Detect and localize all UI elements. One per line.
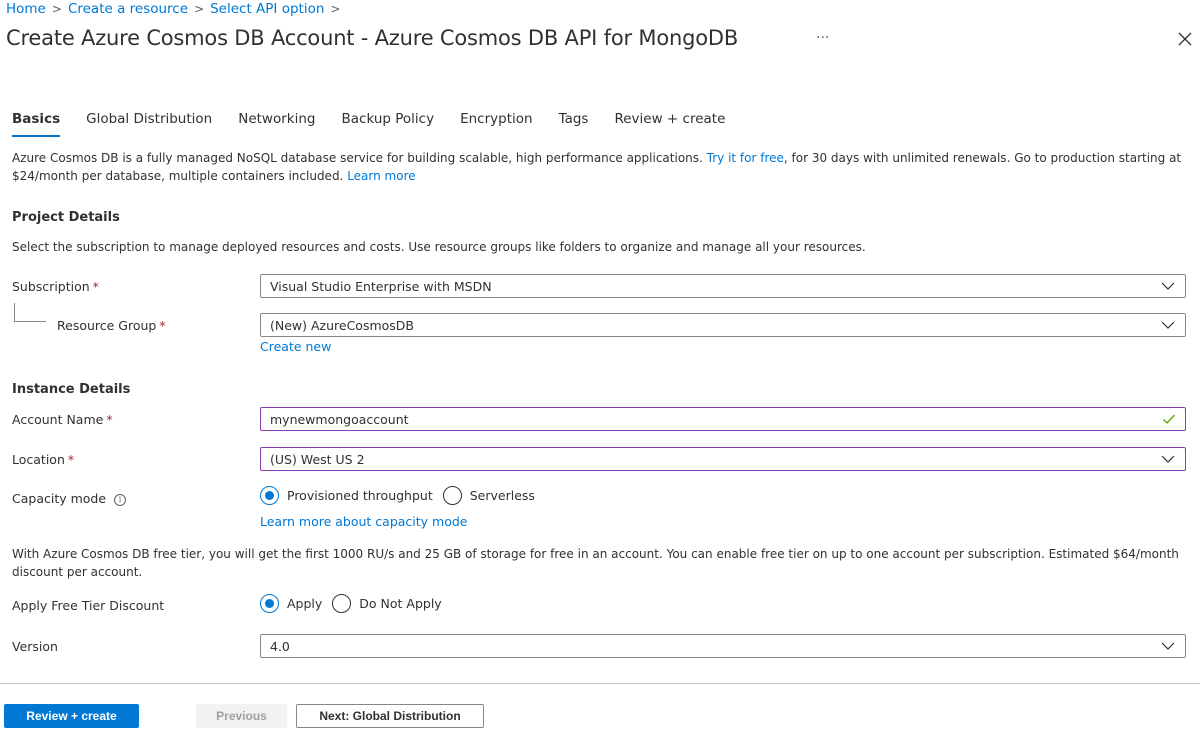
project-details-description: Select the subscription to manage deploy… bbox=[12, 240, 866, 254]
location-dropdown[interactable]: (US) West US 2 bbox=[260, 447, 1186, 471]
required-mark: * bbox=[67, 452, 75, 467]
subscription-label: Subscription * bbox=[12, 279, 99, 294]
tab-bar: Basics Global Distribution Networking Ba… bbox=[12, 111, 751, 137]
chevron-down-icon bbox=[1161, 282, 1175, 290]
radio-do-not-apply[interactable]: Do Not Apply bbox=[332, 594, 442, 613]
location-label: Location * bbox=[12, 452, 74, 467]
radio-unchecked-icon bbox=[442, 486, 462, 505]
radio-label: Provisioned throughput bbox=[287, 488, 433, 503]
resource-group-label: Resource Group * bbox=[57, 318, 166, 333]
radio-unchecked-icon bbox=[332, 594, 352, 613]
checkmark-icon bbox=[1163, 414, 1175, 424]
account-name-input[interactable]: mynewmongoaccount bbox=[260, 407, 1186, 431]
project-details-heading: Project Details bbox=[12, 210, 120, 225]
breadcrumb: Home > Create a resource > Select API op… bbox=[6, 0, 346, 18]
close-icon[interactable] bbox=[1178, 30, 1192, 50]
next-global-distribution-button[interactable]: Next: Global Distribution bbox=[296, 704, 484, 728]
breadcrumb-separator: > bbox=[194, 2, 205, 16]
subscription-label-text: Subscription bbox=[12, 279, 90, 294]
resource-group-label-text: Resource Group bbox=[57, 318, 157, 333]
required-mark: * bbox=[92, 279, 99, 294]
version-value: 4.0 bbox=[270, 638, 290, 654]
location-value: (US) West US 2 bbox=[270, 451, 365, 467]
breadcrumb-separator: > bbox=[330, 2, 341, 16]
info-icon[interactable]: i bbox=[114, 493, 127, 506]
create-new-resource-group-link[interactable]: Create new bbox=[260, 339, 331, 354]
radio-serverless[interactable]: Serverless bbox=[442, 486, 535, 505]
chevron-down-icon bbox=[1161, 321, 1175, 329]
resource-group-dropdown[interactable]: (New) AzureCosmosDB bbox=[260, 313, 1186, 337]
learn-more-link[interactable]: Learn more bbox=[347, 169, 415, 183]
learn-more-capacity-mode-link[interactable]: Learn more about capacity mode bbox=[260, 514, 468, 529]
free-tier-label: Apply Free Tier Discount bbox=[12, 598, 165, 613]
instance-details-heading: Instance Details bbox=[12, 382, 131, 397]
required-mark: * bbox=[159, 318, 166, 333]
tab-global-distribution[interactable]: Global Distribution bbox=[86, 111, 212, 137]
free-tier-description: With Azure Cosmos DB free tier, you will… bbox=[12, 547, 1179, 579]
subscription-dropdown[interactable]: Visual Studio Enterprise with MSDN bbox=[260, 274, 1186, 298]
tab-basics[interactable]: Basics bbox=[12, 111, 61, 137]
previous-button: Previous bbox=[196, 704, 287, 728]
breadcrumb-create-resource[interactable]: Create a resource bbox=[68, 1, 188, 17]
tab-review-create[interactable]: Review + create bbox=[614, 111, 725, 137]
radio-label: Serverless bbox=[469, 488, 535, 503]
resource-group-value: (New) AzureCosmosDB bbox=[270, 317, 415, 333]
version-label: Version bbox=[12, 639, 58, 654]
try-free-link[interactable]: Try it for free bbox=[707, 151, 784, 165]
review-create-button[interactable]: Review + create bbox=[4, 704, 139, 728]
tree-connector bbox=[14, 303, 46, 322]
radio-label: Apply bbox=[287, 596, 323, 611]
tab-encryption[interactable]: Encryption bbox=[460, 111, 532, 137]
version-dropdown[interactable]: 4.0 bbox=[260, 634, 1186, 658]
account-name-label: Account Name * bbox=[12, 412, 113, 427]
account-name-label-text: Account Name bbox=[12, 412, 104, 427]
capacity-mode-label: Capacity mode i bbox=[12, 491, 127, 506]
capacity-mode-label-text: Capacity mode bbox=[12, 491, 107, 506]
intro-text-1: Azure Cosmos DB is a fully managed NoSQL… bbox=[12, 151, 707, 165]
radio-checked-icon bbox=[260, 486, 279, 505]
radio-checked-icon bbox=[260, 594, 279, 613]
breadcrumb-select-api[interactable]: Select API option bbox=[210, 1, 324, 17]
account-name-value: mynewmongoaccount bbox=[270, 411, 409, 427]
radio-provisioned-throughput[interactable]: Provisioned throughput bbox=[260, 486, 433, 505]
radio-label: Do Not Apply bbox=[359, 596, 442, 611]
breadcrumb-separator: > bbox=[51, 2, 62, 16]
tab-backup-policy[interactable]: Backup Policy bbox=[341, 111, 434, 137]
page-title: Create Azure Cosmos DB Account - Azure C… bbox=[6, 26, 739, 50]
tab-tags[interactable]: Tags bbox=[559, 111, 589, 137]
footer-divider bbox=[0, 683, 1200, 684]
more-options-icon[interactable]: ··· bbox=[816, 30, 829, 46]
breadcrumb-home[interactable]: Home bbox=[6, 1, 46, 17]
chevron-down-icon bbox=[1161, 455, 1175, 463]
chevron-down-icon bbox=[1161, 642, 1175, 650]
capacity-mode-radio-group: Provisioned throughput Serverless bbox=[260, 486, 545, 505]
radio-apply[interactable]: Apply bbox=[260, 594, 322, 613]
location-label-text: Location bbox=[12, 452, 65, 467]
subscription-value: Visual Studio Enterprise with MSDN bbox=[270, 278, 492, 294]
tab-networking[interactable]: Networking bbox=[238, 111, 315, 137]
intro-description: Azure Cosmos DB is a fully managed NoSQL… bbox=[12, 149, 1192, 185]
free-tier-radio-group: Apply Do Not Apply bbox=[260, 594, 452, 613]
required-mark: * bbox=[106, 412, 113, 427]
